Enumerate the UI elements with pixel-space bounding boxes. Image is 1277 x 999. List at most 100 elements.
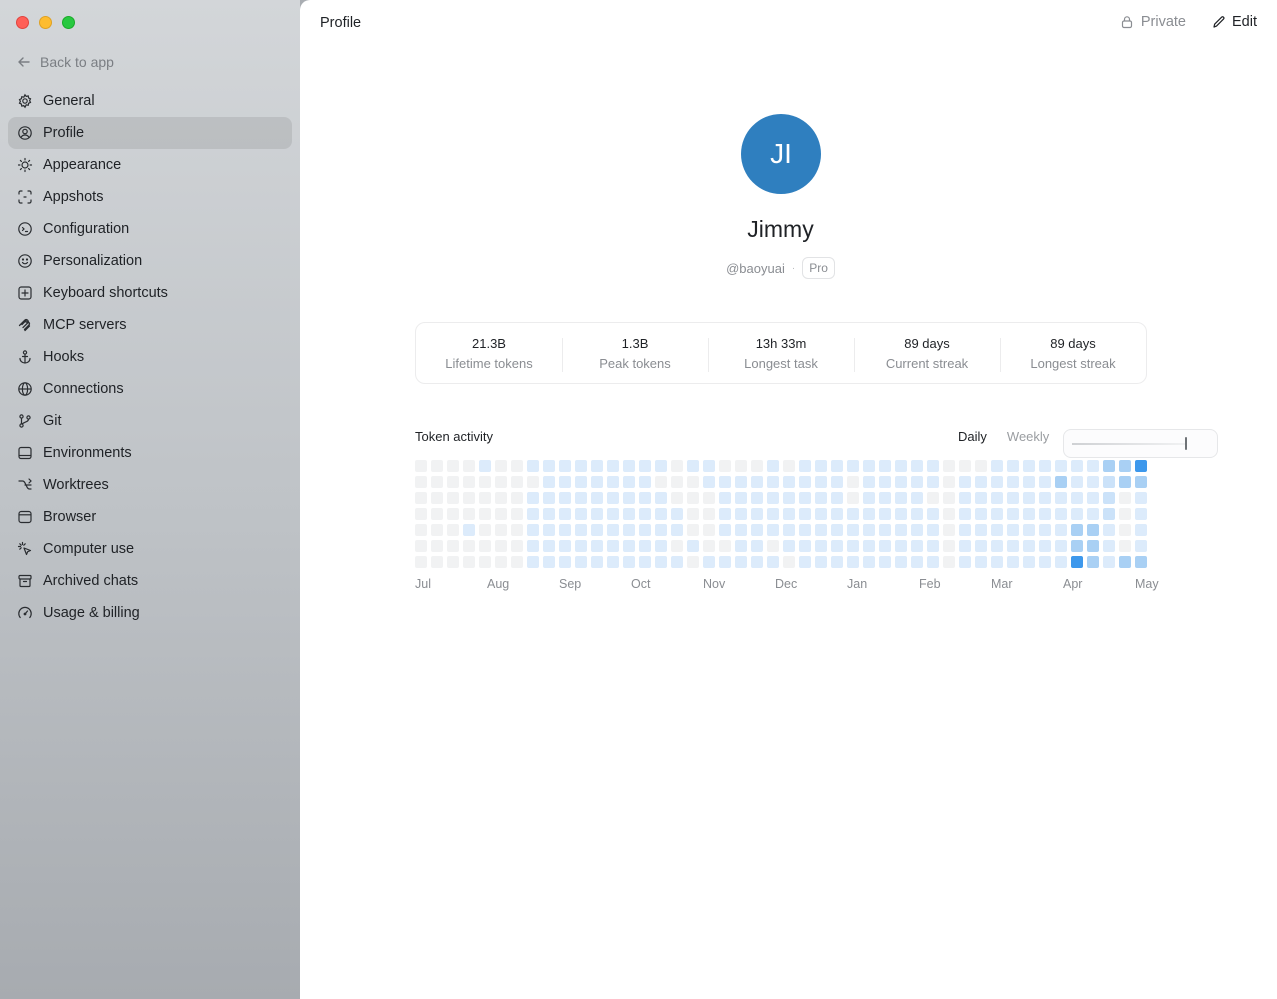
heatmap-cell[interactable] (527, 524, 539, 536)
heatmap-cell[interactable] (719, 460, 731, 472)
heatmap-cell[interactable] (463, 524, 475, 536)
heatmap-cell[interactable] (671, 492, 683, 504)
heatmap-cell[interactable] (719, 492, 731, 504)
heatmap-cell[interactable] (1119, 540, 1131, 552)
heatmap-cell[interactable] (543, 556, 555, 568)
heatmap-cell[interactable] (943, 556, 955, 568)
sidebar-item-browser[interactable]: Browser (8, 501, 292, 533)
heatmap-cell[interactable] (1071, 540, 1083, 552)
heatmap-cell[interactable] (1055, 540, 1067, 552)
heatmap-cell[interactable] (559, 524, 571, 536)
heatmap-cell[interactable] (735, 492, 747, 504)
heatmap-cell[interactable] (831, 524, 843, 536)
heatmap-cell[interactable] (927, 540, 939, 552)
heatmap-cell[interactable] (703, 540, 715, 552)
heatmap-cell[interactable] (943, 460, 955, 472)
heatmap-cell[interactable] (479, 508, 491, 520)
heatmap-cell[interactable] (927, 556, 939, 568)
heatmap-cell[interactable] (735, 476, 747, 488)
heatmap-cell[interactable] (751, 540, 763, 552)
heatmap-cell[interactable] (831, 508, 843, 520)
heatmap-cell[interactable] (495, 476, 507, 488)
heatmap-cell[interactable] (703, 476, 715, 488)
heatmap-cell[interactable] (655, 540, 667, 552)
heatmap-cell[interactable] (1023, 556, 1035, 568)
heatmap-cell[interactable] (1023, 492, 1035, 504)
heatmap-cell[interactable] (1071, 476, 1083, 488)
heatmap-cell[interactable] (975, 492, 987, 504)
heatmap-cell[interactable] (687, 508, 699, 520)
range-handle[interactable] (1185, 437, 1187, 450)
heatmap-cell[interactable] (463, 556, 475, 568)
heatmap-cell[interactable] (927, 476, 939, 488)
heatmap-cell[interactable] (783, 460, 795, 472)
heatmap-cell[interactable] (975, 524, 987, 536)
heatmap-cell[interactable] (815, 476, 827, 488)
heatmap-cell[interactable] (975, 508, 987, 520)
heatmap-cell[interactable] (1039, 460, 1051, 472)
heatmap-cell[interactable] (511, 524, 523, 536)
heatmap-cell[interactable] (847, 460, 859, 472)
heatmap-cell[interactable] (1007, 460, 1019, 472)
heatmap-cell[interactable] (559, 556, 571, 568)
heatmap-cell[interactable] (911, 556, 923, 568)
heatmap-cell[interactable] (687, 556, 699, 568)
heatmap-cell[interactable] (591, 556, 603, 568)
heatmap-cell[interactable] (991, 524, 1003, 536)
heatmap-cell[interactable] (671, 556, 683, 568)
heatmap-cell[interactable] (1135, 556, 1147, 568)
heatmap-cell[interactable] (879, 476, 891, 488)
heatmap-cell[interactable] (799, 524, 811, 536)
heatmap-cell[interactable] (623, 524, 635, 536)
heatmap-cell[interactable] (735, 540, 747, 552)
heatmap-cell[interactable] (479, 460, 491, 472)
heatmap-cell[interactable] (639, 460, 651, 472)
heatmap-cell[interactable] (943, 508, 955, 520)
heatmap-cell[interactable] (671, 524, 683, 536)
heatmap-cell[interactable] (495, 524, 507, 536)
heatmap-cell[interactable] (847, 476, 859, 488)
heatmap-cell[interactable] (543, 476, 555, 488)
heatmap-cell[interactable] (703, 492, 715, 504)
heatmap-cell[interactable] (799, 476, 811, 488)
heatmap-cell[interactable] (415, 556, 427, 568)
heatmap-cell[interactable] (655, 556, 667, 568)
heatmap-cell[interactable] (479, 524, 491, 536)
heatmap-cell[interactable] (879, 556, 891, 568)
heatmap-cell[interactable] (671, 508, 683, 520)
heatmap-cell[interactable] (639, 556, 651, 568)
heatmap-cell[interactable] (527, 492, 539, 504)
heatmap-cell[interactable] (1087, 492, 1099, 504)
heatmap-cell[interactable] (575, 524, 587, 536)
heatmap-cell[interactable] (1135, 508, 1147, 520)
heatmap-cell[interactable] (1007, 476, 1019, 488)
heatmap-cell[interactable] (975, 460, 987, 472)
heatmap-cell[interactable] (767, 524, 779, 536)
heatmap-cell[interactable] (959, 524, 971, 536)
heatmap-cell[interactable] (1135, 476, 1147, 488)
heatmap-cell[interactable] (639, 524, 651, 536)
heatmap-cell[interactable] (591, 460, 603, 472)
heatmap-cell[interactable] (639, 540, 651, 552)
heatmap-cell[interactable] (1087, 540, 1099, 552)
heatmap-cell[interactable] (959, 460, 971, 472)
edit-button[interactable]: Edit (1212, 14, 1257, 30)
heatmap-cell[interactable] (1103, 540, 1115, 552)
heatmap-cell[interactable] (735, 508, 747, 520)
heatmap-cell[interactable] (591, 524, 603, 536)
sidebar-item-general[interactable]: General (8, 85, 292, 117)
heatmap-cell[interactable] (479, 492, 491, 504)
heatmap-cell[interactable] (623, 492, 635, 504)
heatmap-cell[interactable] (607, 556, 619, 568)
heatmap-cell[interactable] (543, 460, 555, 472)
heatmap-cell[interactable] (415, 524, 427, 536)
heatmap-cell[interactable] (815, 556, 827, 568)
heatmap-cell[interactable] (511, 476, 523, 488)
heatmap-cell[interactable] (1119, 460, 1131, 472)
heatmap-cell[interactable] (1023, 508, 1035, 520)
heatmap-cell[interactable] (1119, 476, 1131, 488)
heatmap-cell[interactable] (1103, 460, 1115, 472)
heatmap-cell[interactable] (895, 524, 907, 536)
heatmap-cell[interactable] (783, 492, 795, 504)
heatmap-cell[interactable] (751, 524, 763, 536)
